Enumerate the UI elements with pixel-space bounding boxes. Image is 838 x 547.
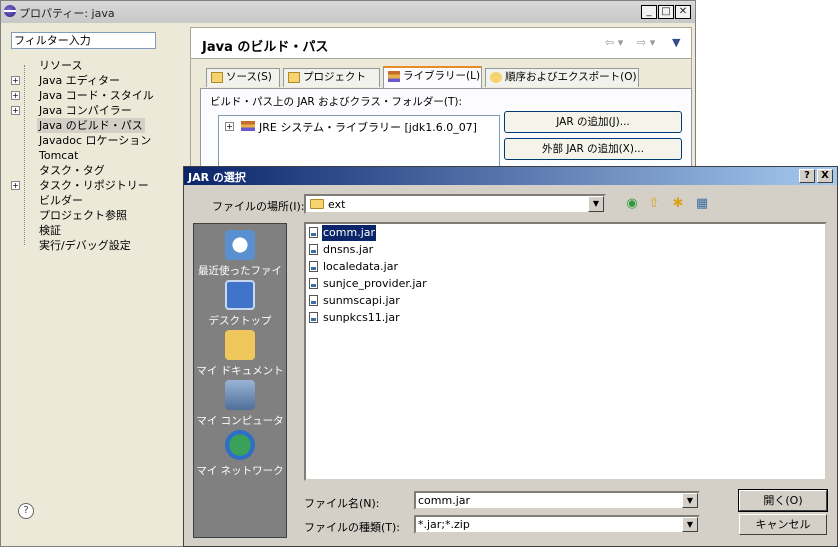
tree-item[interactable]: Javadoc ロケーション [11,133,186,148]
place-desktop[interactable]: デスクトップ [194,280,286,328]
expand-icon[interactable]: + [225,122,234,131]
add-external-jar-button[interactable]: 外部 JAR の追加(X)... [504,138,682,160]
expand-icon[interactable]: + [11,106,20,115]
forward-arrow-icon[interactable]: ⇨ ▾ [637,36,655,49]
filename-input[interactable]: comm.jar ▼ [414,491,700,510]
source-folder-icon [211,72,223,83]
tab-project[interactable]: プロジェクト(P) [283,68,380,100]
back-icon[interactable]: ◉ [622,195,642,213]
tree-item[interactable]: 実行/デバッグ設定 [11,238,186,253]
tree-item[interactable]: + タスク・リポジトリー [11,178,186,193]
lookin-combo[interactable]: ext ▼ [304,194,606,214]
back-arrow-icon[interactable]: ⇦ ▾ [605,36,623,49]
file-list[interactable]: comm.jar dnsns.jar localedata.jar sunjce… [304,222,827,481]
tree-item-selected[interactable]: Java のビルド・パス [11,118,186,133]
filetype-value: *.jar;*.zip [418,518,470,531]
dialog-close-button[interactable]: X [817,169,833,183]
chevron-down-icon[interactable]: ▼ [588,196,604,212]
tree-item[interactable]: ビルダー [11,193,186,208]
tree-item[interactable]: + Java コード・スタイル [11,88,186,103]
lookin-value: ext [328,198,346,211]
jar-file-icon [309,312,318,323]
place-my-documents[interactable]: マイ ドキュメント [194,330,286,378]
library-tree[interactable]: + JRE システム・ライブラリー [jdk1.6.0_07] [218,115,500,167]
jre-library-item[interactable]: JRE システム・ライブラリー [jdk1.6.0_07] [259,119,477,135]
jar-file-icon [309,278,318,289]
project-folder-icon [288,72,300,83]
place-my-network[interactable]: マイ ネットワーク [194,430,286,478]
chevron-down-icon[interactable]: ▼ [682,493,698,508]
jar-file-icon [309,227,318,238]
my-computer-icon [225,380,255,410]
new-folder-icon[interactable]: ✱ [668,195,688,213]
filetype-select[interactable]: *.jar;*.zip ▼ [414,515,700,534]
desktop-icon [225,280,255,310]
lookin-label: ファイルの場所(I): [212,200,305,213]
filename-value: comm.jar [418,494,471,507]
tab-bar: ソース(S) プロジェクト(P) ライブラリー(L) 順序およびエクスポート(O… [203,66,693,100]
jar-select-dialog: JAR の選択 ? X ファイルの場所(I): ext ▼ ◉ ⇧ ✱ ▦ 最近… [183,166,838,547]
minimize-button[interactable]: _ [641,5,657,19]
filename-label: ファイル名(N): [304,497,380,510]
cancel-button[interactable]: キャンセル [739,514,827,535]
jar-file-icon [309,261,318,272]
folder-icon [310,199,324,209]
jar-file-icon [309,295,318,306]
page-header: Java のビルド・パス ⇦ ▾ ⇨ ▾ ▼ [191,28,691,59]
add-jar-button[interactable]: JAR の追加(J)... [504,111,682,133]
filetype-label: ファイルの種類(T): [304,521,401,534]
close-button[interactable]: ✕ [675,5,691,19]
tree-item[interactable]: + Java コンパイラー [11,103,186,118]
library-label: ビルド・パス上の JAR およびクラス・フォルダー(T): [210,96,462,108]
window-title: プロパティー: java [19,7,115,20]
expand-icon[interactable]: + [11,76,20,85]
up-folder-icon[interactable]: ⇧ [644,195,664,213]
filter-input[interactable]: フィルター入力 [11,32,156,49]
place-my-computer[interactable]: マイ コンピュータ [194,380,286,428]
tree-item[interactable]: タスク・タグ [11,163,186,178]
places-bar: 最近使ったファイル デスクトップ マイ ドキュメント マイ コンピュータ マイ … [193,223,287,538]
my-network-icon [225,430,255,460]
properties-tree: リソース + Java エディター + Java コード・スタイル + Java コン… [11,58,186,253]
expand-icon[interactable]: + [11,91,20,100]
view-menu-icon[interactable]: ▦ [692,195,712,213]
tree-item[interactable]: 検証 [11,223,186,238]
tree-item[interactable]: プロジェクト参照 [11,208,186,223]
help-icon[interactable]: ? [18,503,34,519]
eclipse-icon [4,5,16,17]
expand-icon[interactable]: + [11,181,20,190]
maximize-button[interactable]: □ [658,5,674,19]
page-title: Java のビルド・パス [202,40,329,55]
tree-item[interactable]: リソース [11,58,186,73]
properties-titlebar[interactable]: プロパティー: java _ □ ✕ [1,1,695,23]
view-menu-icon[interactable]: ▼ [672,36,680,49]
my-documents-icon [225,330,255,360]
order-export-icon [490,72,502,83]
library-icon [388,71,400,82]
tree-item[interactable]: + Java エディター [11,73,186,88]
dialog-title: JAR の選択 [188,171,246,184]
dialog-help-button[interactable]: ? [799,169,815,183]
dialog-titlebar[interactable]: JAR の選択 ? X [184,167,837,185]
library-icon [241,121,255,131]
open-button[interactable]: 開く(O) [738,489,828,512]
tab-libraries[interactable]: ライブラリー(L) [383,66,482,88]
tab-source[interactable]: ソース(S) [206,68,280,87]
chevron-down-icon[interactable]: ▼ [682,517,698,532]
jar-file-icon [309,244,318,255]
tree-item[interactable]: Tomcat [11,148,186,163]
recent-files-icon [225,230,255,260]
tab-order-export[interactable]: 順序およびエクスポート(O) [485,68,639,87]
